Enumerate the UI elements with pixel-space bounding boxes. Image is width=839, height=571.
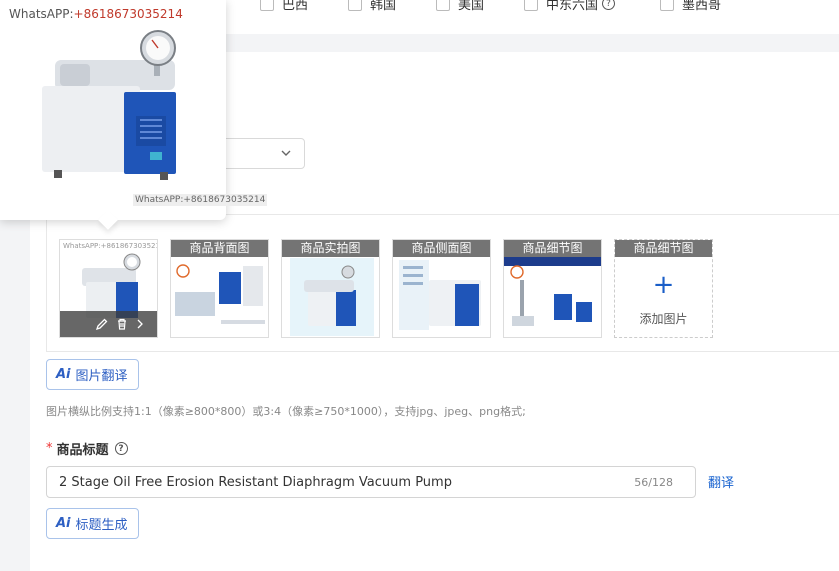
image-slot-label: 商品背面图 xyxy=(171,240,268,257)
product-title-label: 商品标题 xyxy=(56,443,109,458)
checkbox-icon[interactable] xyxy=(260,0,274,11)
country-label: 韩国 xyxy=(370,0,397,13)
chevron-right-icon[interactable] xyxy=(135,318,145,330)
image-action-bar xyxy=(60,311,157,337)
watermark-text: WhatsAPP:+8618673035214 xyxy=(63,242,158,250)
edit-icon[interactable] xyxy=(95,317,109,331)
required-mark: * xyxy=(46,441,53,456)
product-image-main[interactable]: WhatsAPP:+8618673035214 xyxy=(59,239,158,338)
add-image-button[interactable]: 商品细节图 + 添加图片 xyxy=(614,239,713,338)
country-label: 中东六国 xyxy=(546,0,599,13)
product-image-detail[interactable]: 商品细节图 xyxy=(503,239,602,338)
help-icon[interactable]: ? xyxy=(602,0,616,10)
ai-icon: Ai xyxy=(56,367,71,382)
country-checkbox-usa[interactable]: 美国 xyxy=(436,0,484,13)
product-title-label-row: * 商品标题 ? xyxy=(46,439,128,458)
image-slot-label: 商品侧面图 xyxy=(393,240,490,257)
chevron-down-icon xyxy=(281,150,291,156)
watermark-prefix: WhatsAPP: xyxy=(9,7,74,21)
button-label: 标题生成 xyxy=(75,518,128,533)
image-slot-label: 商品细节图 xyxy=(615,240,712,257)
checkbox-icon[interactable] xyxy=(660,0,674,11)
delete-icon[interactable] xyxy=(115,317,129,331)
translate-link[interactable]: 翻译 xyxy=(708,472,734,491)
checkbox-icon[interactable] xyxy=(436,0,450,11)
button-label: 图片翻译 xyxy=(75,369,128,384)
country-label: 美国 xyxy=(458,0,485,13)
checkbox-icon[interactable] xyxy=(524,0,538,11)
plus-icon: + xyxy=(652,270,675,300)
country-checkbox-brazil[interactable]: 巴西 xyxy=(260,0,308,13)
watermark-number: +8618673035214 xyxy=(73,7,183,21)
watermark-text: WhatsAPP:+8618673035214 xyxy=(133,194,268,206)
image-format-hint: 图片横纵比例支持1:1（像素≥800*800）或3:4（像素≥750*1000）… xyxy=(46,405,526,418)
char-count: 56/128 xyxy=(634,476,673,489)
product-title-input[interactable]: 2 Stage Oil Free Erosion Resistant Diaph… xyxy=(46,466,696,498)
ai-icon: Ai xyxy=(56,516,71,531)
title-generate-button[interactable]: Ai 标题生成 xyxy=(46,508,139,539)
country-label: 巴西 xyxy=(282,0,309,13)
vacuum-pump-preview-image xyxy=(42,30,176,180)
product-image-side[interactable]: 商品侧面图 xyxy=(392,239,491,338)
product-image-back[interactable]: 商品背面图 xyxy=(170,239,269,338)
country-checkbox-korea[interactable]: 韩国 xyxy=(348,0,396,13)
image-translate-button[interactable]: Ai 图片翻译 xyxy=(46,359,139,390)
image-slot-label: 商品细节图 xyxy=(504,240,601,257)
add-image-text: 添加图片 xyxy=(639,312,688,326)
product-image-real[interactable]: 商品实拍图 xyxy=(281,239,380,338)
image-slot-label: 商品实拍图 xyxy=(282,240,379,257)
checkbox-icon[interactable] xyxy=(348,0,362,11)
country-checkbox-middle-east[interactable]: 中东六国 ? xyxy=(524,0,616,13)
product-title-value: 2 Stage Oil Free Erosion Resistant Diaph… xyxy=(59,475,452,490)
country-label: 墨西哥 xyxy=(682,0,722,13)
help-icon[interactable]: ? xyxy=(114,442,128,455)
watermark-text: WhatsAPP:+8618673035214 xyxy=(9,7,183,21)
image-preview-popup: WhatsAPP:+8618673035214 WhatsAPP:+861867… xyxy=(0,0,268,230)
country-checkbox-mexico[interactable]: 墨西哥 xyxy=(660,0,721,13)
